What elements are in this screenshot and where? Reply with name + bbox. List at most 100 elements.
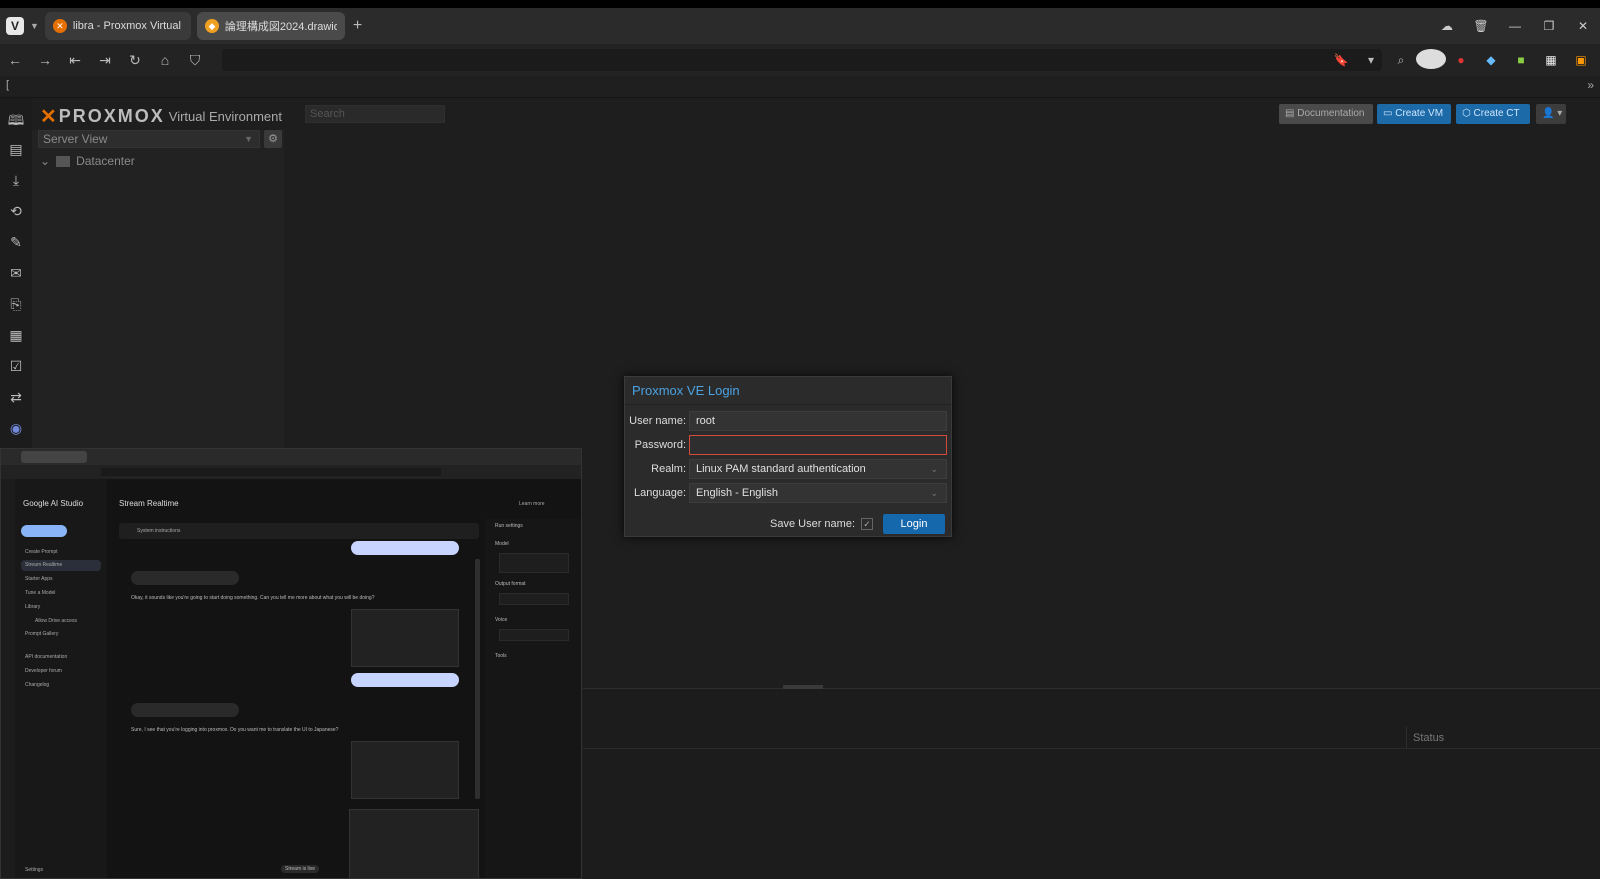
top-strip (0, 0, 1600, 8)
username-field[interactable]: root (689, 411, 947, 431)
tab-drawio[interactable]: ◆ 論理構成図2024.drawio - d (196, 12, 345, 40)
share-nav-item: Tune a Model (25, 590, 56, 596)
pve-header: ✕ PROXMOX Virtual Environment Search ▤ D… (32, 98, 1600, 130)
downloads-icon[interactable]: ⤓ (13, 172, 19, 203)
rewind-icon[interactable]: ⇤ (60, 52, 90, 69)
share-audio-user (351, 541, 459, 555)
proxmox-logo: ✕ PROXMOX Virtual Environment (40, 104, 282, 129)
realm-select[interactable]: Linux PAM standard authentication ⌄ (689, 459, 947, 479)
language-row: Language: English - English ⌄ (625, 483, 953, 505)
notes-icon[interactable]: ✎ (10, 234, 22, 265)
screen-share-thumbnail: Google AI Studio Create Prompt Stream Re… (0, 448, 582, 879)
share-nav-item: API documentation (25, 654, 68, 660)
share-run-box (499, 553, 569, 573)
log-header: Status (583, 727, 1600, 749)
extension-red-icon[interactable]: ● (1446, 53, 1476, 67)
restore-icon[interactable]: ❐ (1532, 19, 1566, 33)
share-audio-model (131, 571, 239, 585)
history-icon[interactable]: ⟲ (10, 203, 22, 234)
share-run-box (499, 629, 569, 641)
share-nav-item: Prompt Gallery (25, 631, 59, 637)
share-scrollbar (475, 559, 480, 799)
create-vm-button[interactable]: ▭ Create VM (1377, 104, 1451, 124)
share-run-title: Run settings (495, 523, 523, 529)
browser-menu-caret-icon[interactable]: ▼ (30, 21, 39, 31)
save-username-checkbox[interactable]: ✓ (861, 518, 873, 530)
close-icon[interactable]: ✕ (1566, 19, 1600, 33)
bookmark-icon[interactable]: 🔖 (1326, 53, 1356, 67)
server-view-select[interactable]: Server View ▼ (38, 130, 260, 148)
reload-icon[interactable]: ↻ (120, 52, 150, 69)
user-menu-button[interactable]: 👤 ▾ (1536, 104, 1566, 124)
share-nav-item: Starter Apps (25, 576, 53, 582)
password-row: Password: (625, 435, 953, 457)
calendar-icon[interactable]: ▦ (9, 327, 22, 358)
back-icon[interactable]: ← (0, 52, 30, 68)
home-icon[interactable]: ⌂ (150, 52, 180, 68)
share-nav-item-active: Stream Realtime (21, 560, 101, 571)
extension-grid-icon[interactable]: ▦ (1536, 53, 1566, 67)
pve-search-input[interactable]: Search (305, 105, 445, 123)
share-nav-item: Create Prompt (25, 549, 58, 555)
bookmark-left-marker: [ (6, 79, 10, 91)
translate-icon[interactable]: ⎘ (10, 296, 21, 327)
share-run-box (499, 593, 569, 605)
language-select[interactable]: English - English ⌄ (689, 483, 947, 503)
share-message: Sure, I see that you're logging into pro… (131, 727, 339, 733)
status-column-header[interactable]: Status (1406, 727, 1444, 749)
forward-icon[interactable]: → (30, 52, 60, 68)
shield-icon[interactable]: ⛉ (180, 52, 210, 69)
share-run-item: Tools (495, 653, 507, 659)
proxmox-favicon-icon: ✕ (52, 19, 67, 33)
share-run-item: Voice (495, 617, 508, 623)
proxmox-subtitle: Virtual Environment (168, 109, 282, 124)
screen: V ▼ ✕ libra - Proxmox Virtual Environmen… (0, 0, 1600, 879)
extension-orange-icon[interactable]: ▣ (1566, 53, 1596, 67)
documentation-button[interactable]: ▤ Documentation (1279, 104, 1373, 124)
share-address-bar (1, 465, 581, 479)
trash-icon[interactable]: 🗑 (1464, 19, 1498, 33)
discord-icon[interactable]: ◉ (10, 420, 22, 451)
share-run-item: Output format (495, 581, 526, 587)
share-body: Google AI Studio Create Prompt Stream Re… (1, 479, 581, 878)
share-live-preview (349, 809, 479, 878)
share-nav-item: Developer forum (25, 668, 62, 674)
extension-colorful-icon[interactable]: ■ (1506, 53, 1536, 67)
tab-title: 論理構成図2024.drawio - d (224, 21, 337, 33)
url-field[interactable] (222, 49, 1382, 71)
password-field[interactable] (689, 435, 947, 455)
create-ct-button[interactable]: ⬡ Create CT (1456, 104, 1530, 124)
resource-tree: Server View ▼ ⚙ ⌄ Datacenter (32, 130, 284, 460)
fast-forward-icon[interactable]: ⇥ (90, 52, 120, 69)
cloud-icon[interactable]: ☁ (1430, 19, 1464, 33)
share-nav-item: Library (25, 604, 41, 610)
share-run-settings: Run settings Model Output format Voice T… (485, 519, 581, 878)
tasks-icon[interactable]: ☑ (10, 358, 23, 389)
tree-settings-gear-icon[interactable]: ⚙ (264, 130, 282, 148)
sync-icon[interactable]: ⇄ (10, 389, 22, 420)
address-toolbar: ← → ⇤ ⇥ ↻ ⌂ ⛉ 🔖 ▾ ⌕ ● ◆ ■ ▦ ▣ (0, 44, 1600, 76)
login-button[interactable]: Login (883, 514, 945, 534)
panel-splitter[interactable] (783, 685, 823, 689)
realm-row: Realm: Linux PAM standard authentication… (625, 459, 953, 481)
bookmark-overflow-button[interactable]: » (1587, 78, 1594, 92)
extension-blue-icon[interactable]: ◆ (1476, 53, 1506, 67)
expand-icon[interactable]: ⌄ (40, 154, 50, 168)
profile-avatar[interactable] (1416, 48, 1446, 72)
tree-node-datacenter[interactable]: ⌄ Datacenter (40, 154, 135, 168)
dropdown-icon[interactable]: ▾ (1356, 53, 1386, 67)
reading-list-icon[interactable]: ▤ (9, 141, 22, 172)
language-label: Language: (634, 487, 686, 499)
tab-proxmox[interactable]: ✕ libra - Proxmox Virtual Environment (44, 12, 191, 40)
browser-tab-bar: V ▼ ✕ libra - Proxmox Virtual Environmen… (0, 8, 1600, 44)
new-tab-button[interactable]: + (353, 17, 362, 35)
minimize-icon[interactable]: — (1498, 19, 1532, 33)
browser-logo-icon[interactable]: V (6, 17, 24, 35)
bookmarks-panel-icon[interactable]: 🕮 (8, 110, 25, 141)
mail-icon[interactable]: ✉ (10, 265, 22, 296)
search-icon[interactable]: ⌕ (1386, 53, 1416, 68)
datacenter-icon (56, 155, 71, 167)
share-video-thumb (351, 609, 459, 667)
window-controls: ☁ 🗑 — ❐ ✕ (1430, 8, 1600, 44)
proxmox-brand: PROXMOX (58, 106, 165, 126)
